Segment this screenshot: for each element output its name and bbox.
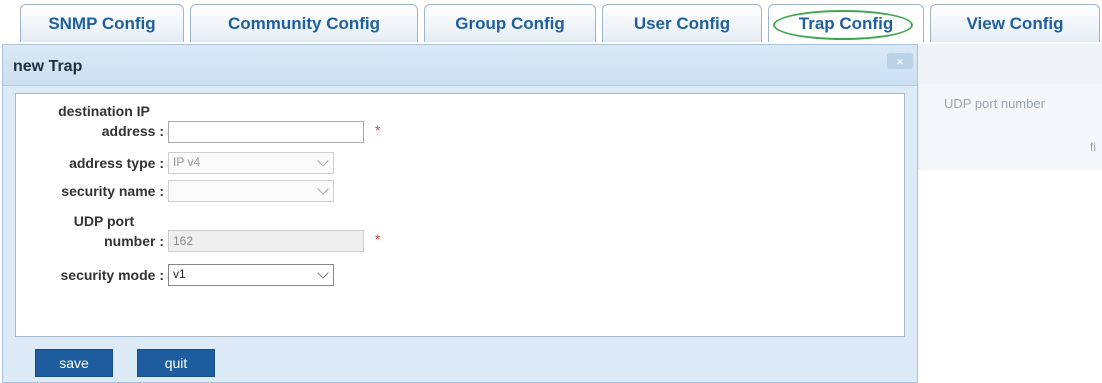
chevron-down-icon xyxy=(317,267,329,279)
save-button[interactable]: save xyxy=(35,349,113,377)
address-type-label: address type : xyxy=(69,155,164,171)
chevron-down-icon xyxy=(317,183,329,195)
udp-port-label-line1: UDP port xyxy=(73,213,135,229)
udp-port-label-line2: number : xyxy=(104,233,164,249)
tab-trap-config[interactable]: Trap Config xyxy=(768,4,924,42)
background-header-strip xyxy=(918,44,1102,84)
dialog-header: new Trap × xyxy=(3,45,917,86)
security-name-label: security name : xyxy=(61,183,164,199)
tab-community-config[interactable]: Community Config xyxy=(190,4,418,42)
security-name-select[interactable] xyxy=(168,180,334,202)
background-lower-area xyxy=(918,170,1102,383)
dest-ip-label-line1: destination IP xyxy=(58,103,150,119)
address-type-select[interactable]: IP v4 xyxy=(168,152,334,174)
new-trap-dialog: new Trap × destination IP address : * ad… xyxy=(2,44,918,383)
udp-port-input[interactable] xyxy=(168,230,364,252)
address-type-value: IP v4 xyxy=(173,155,201,169)
tab-bar: SNMP Config Community Config Group Confi… xyxy=(0,0,1102,44)
dest-ip-required-mark: * xyxy=(375,122,381,138)
security-mode-value: v1 xyxy=(173,267,186,281)
tab-group-config[interactable]: Group Config xyxy=(424,4,596,42)
tab-user-config[interactable]: User Config xyxy=(602,4,762,42)
tab-view-config[interactable]: View Config xyxy=(930,4,1100,42)
security-mode-select[interactable]: v1 xyxy=(168,264,334,286)
quit-button[interactable]: quit xyxy=(137,349,215,377)
background-udp-label: UDP port number xyxy=(944,96,1045,111)
dialog-title: new Trap xyxy=(13,58,83,75)
dest-ip-label-line2: address : xyxy=(101,123,164,139)
trap-form: destination IP address : * address type … xyxy=(15,93,905,337)
security-mode-label: security mode : xyxy=(60,267,164,283)
background-truncated-text: fi xyxy=(1090,140,1096,154)
chevron-down-icon xyxy=(317,155,329,167)
dest-ip-input[interactable] xyxy=(168,121,364,143)
tab-snmp-config[interactable]: SNMP Config xyxy=(20,4,184,42)
close-icon[interactable]: × xyxy=(887,53,913,69)
udp-port-required-mark: * xyxy=(375,231,381,247)
